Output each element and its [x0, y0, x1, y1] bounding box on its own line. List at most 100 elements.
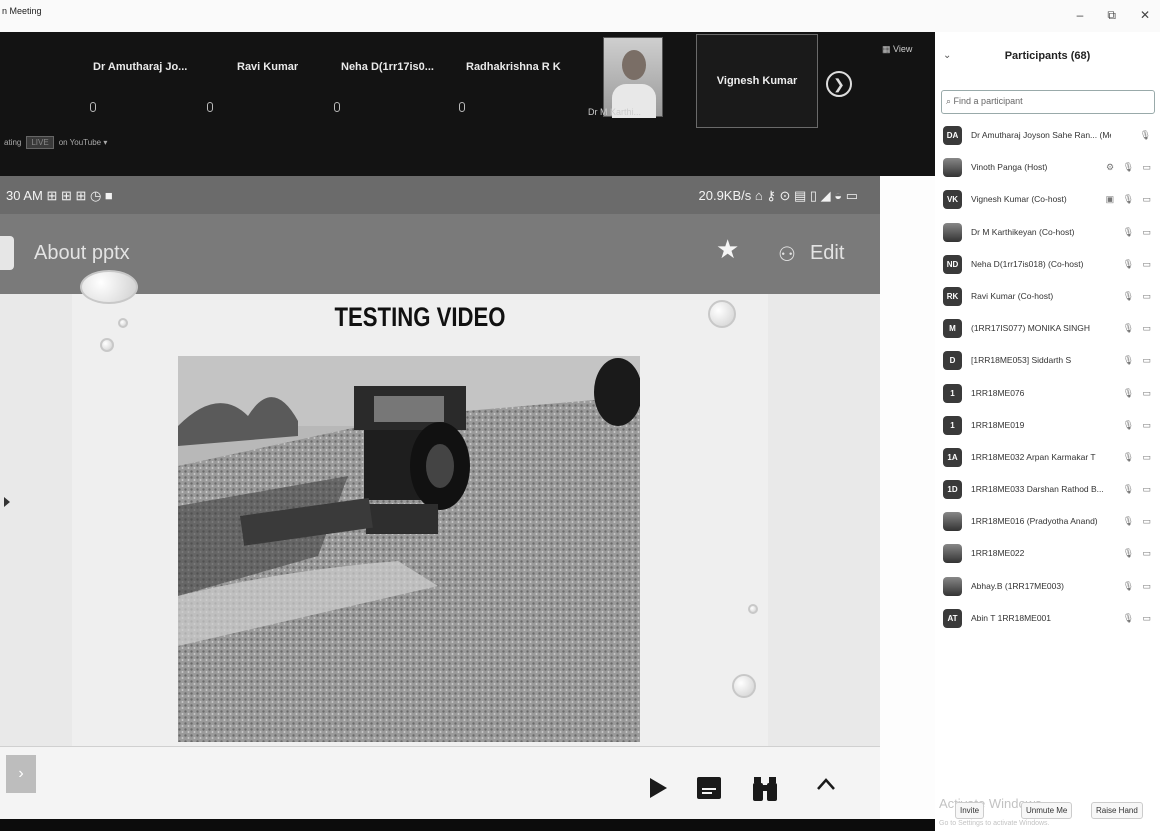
avatar: 1D: [943, 480, 962, 500]
avatar-head: [622, 50, 646, 80]
window-title: n Meeting: [2, 6, 42, 16]
live-stream-indicator: ating LIVE on YouTube ▾: [4, 136, 107, 149]
participant-name: Neha D(1rr17is018) (Co-host): [971, 258, 1084, 269]
participant-status-icons: 🎙 ▭: [1122, 484, 1154, 495]
view-button[interactable]: ▦ View: [882, 44, 912, 55]
participant-name: Dr M Karthikeyan (Co-host): [971, 226, 1075, 237]
participant-status-icons: ⚙ 🎙 ▭: [1106, 162, 1154, 173]
participant-row[interactable]: ND Neha D(1rr17is018) (Co-host) 🎙 ▭: [935, 249, 1160, 281]
avatar: VK: [943, 190, 962, 210]
avatar: 1A: [943, 447, 962, 467]
tile-name-neha[interactable]: Neha D(1rr17is0...: [341, 61, 434, 73]
avatar: [943, 512, 962, 532]
chevron-up-icon[interactable]: [816, 777, 836, 796]
avatar: ND: [943, 254, 962, 274]
bubble-decoration: [708, 300, 736, 328]
participant-row[interactable]: 1RR18ME022 🎙 ▭: [935, 538, 1160, 570]
live-badge: LIVE: [26, 136, 54, 149]
participants-panel: ⌄ Participants (68) ⌕ Find a participant…: [935, 32, 1160, 831]
participant-status-icons: 🎙 ▭: [1122, 258, 1154, 269]
tractor-photo: [178, 356, 640, 742]
raise-hand-button[interactable]: Raise Hand: [1091, 802, 1143, 819]
restore-button[interactable]: ⧉: [1107, 8, 1116, 23]
avatar: D: [943, 351, 962, 371]
avatar: [943, 158, 962, 178]
document-title: About pptx: [34, 242, 130, 264]
tile-name-amutharaj[interactable]: Dr Amutharaj Jo...: [93, 61, 187, 73]
participant-status-icons: 🎙 ▭: [1122, 548, 1154, 559]
participant-row[interactable]: M (1RR17IS077) MONIKA SINGH 🎙 ▭: [935, 313, 1160, 345]
activation-watermark-sub: Go to Settings to activate Windows.: [939, 820, 1050, 827]
participant-name: 1RR18ME022: [971, 548, 1025, 559]
share-person-icon[interactable]: ⚇: [778, 242, 796, 267]
tile-name-radhakrishna[interactable]: Radhakrishna R K: [466, 61, 561, 73]
mic-muted-icon: [459, 102, 465, 112]
participant-row[interactable]: 1A 1RR18ME032 Arpan Karmakar T 🎙 ▭: [935, 442, 1160, 474]
participant-status-icons: 🎙: [1139, 130, 1154, 140]
participant-row[interactable]: Dr M Karthikeyan (Co-host) 🎙 ▭: [935, 217, 1160, 249]
participant-name: 1RR18ME032 Arpan Karmakar T: [971, 451, 1096, 462]
avatar: DA: [943, 126, 962, 145]
live-on-youtube-dropdown[interactable]: on YouTube ▾: [59, 138, 108, 147]
bubble-decoration: [732, 674, 756, 698]
document-icon: [0, 236, 14, 270]
bubble-decoration: [80, 270, 138, 304]
binoculars-icon[interactable]: [752, 777, 778, 806]
participant-row[interactable]: AT Abin T 1RR18ME001 🎙 ▭: [935, 603, 1160, 635]
play-icon[interactable]: [648, 777, 668, 804]
mic-muted-icon: [90, 102, 96, 112]
avatar: M: [943, 319, 962, 339]
notes-icon[interactable]: [697, 777, 721, 804]
status-icons: 20.9KB/s ⌂ ⚷ ⊙ ▤ ▯ ◢ ◒ ▭: [698, 188, 859, 203]
participant-row[interactable]: VK Vignesh Kumar (Co-host) ▣ 🎙 ▭: [935, 184, 1160, 216]
expand-panel-button[interactable]: ›: [6, 755, 36, 793]
participant-name: Abhay.B (1RR17ME003): [971, 580, 1064, 591]
unmute-me-button[interactable]: Unmute Me: [1021, 802, 1073, 819]
next-page-button[interactable]: ❯: [826, 71, 852, 97]
tile-name-ravi[interactable]: Ravi Kumar: [237, 61, 298, 73]
participant-row[interactable]: RK Ravi Kumar (Co-host) 🎙 ▭: [935, 281, 1160, 313]
meeting-window: n Meeting – ⧉ ✕ Dr Amutharaj Jo... Ravi …: [0, 0, 1160, 831]
participant-row[interactable]: 1 1RR18ME076 🎙 ▭: [935, 378, 1160, 410]
participant-status-icons: 🎙 ▭: [1122, 580, 1154, 591]
participant-row[interactable]: Vinoth Panga (Host) ⚙ 🎙 ▭: [935, 152, 1160, 184]
participant-row[interactable]: D [1RR18ME053] Siddarth S 🎙 ▭: [935, 345, 1160, 377]
participant-name: Vignesh Kumar (Co-host): [971, 194, 1067, 205]
bubble-decoration: [748, 604, 758, 614]
bubble-decoration: [118, 318, 128, 328]
bottom-bar: [0, 819, 935, 831]
status-time: 30 AM ⊞ ⊞ ⊞ ◷ ■: [6, 188, 113, 203]
mic-muted-icon: [207, 102, 213, 112]
participant-row[interactable]: Abhay.B (1RR17ME003) 🎙 ▭: [935, 571, 1160, 603]
participants-header: Participants (68): [1004, 50, 1091, 62]
close-button[interactable]: ✕: [1140, 8, 1150, 23]
invite-button[interactable]: Invite: [955, 802, 985, 819]
edit-controls: ⚇ Edit: [778, 242, 844, 267]
edge-marker-icon: [4, 494, 10, 512]
video-tile-karthikeyan[interactable]: [603, 37, 663, 118]
participant-name: [1RR18ME053] Siddarth S: [971, 355, 1072, 366]
participant-row[interactable]: 1RR18ME016 (Pradyotha Anand) 🎙 ▭: [935, 506, 1160, 538]
participant-status-icons: 🎙 ▭: [1122, 290, 1154, 301]
minimize-button[interactable]: –: [1077, 8, 1084, 23]
tile-name-vignesh: Vignesh Kumar: [716, 75, 798, 87]
participant-status-icons: 🎙 ▭: [1122, 451, 1154, 462]
participant-row[interactable]: 1D 1RR18ME033 Darshan Rathod B... 🎙 ▭: [935, 474, 1160, 506]
participant-name: Ravi Kumar (Co-host): [971, 290, 1054, 301]
participant-row[interactable]: 1 1RR18ME019 🎙 ▭: [935, 410, 1160, 442]
video-tile-vignesh[interactable]: Vignesh Kumar: [696, 34, 818, 128]
phone-status-bar: 30 AM ⊞ ⊞ ⊞ ◷ ■ 20.9KB/s ⌂ ⚷ ⊙ ▤ ▯ ◢ ◒ ▭: [0, 176, 880, 214]
avatar: 1: [943, 383, 962, 403]
avatar: RK: [943, 286, 962, 306]
star-icon[interactable]: ★: [716, 236, 739, 262]
panel-footer: Activate Windows Go to Settings to activ…: [935, 796, 1160, 831]
edit-button[interactable]: Edit: [810, 242, 844, 267]
participant-status-icons: 🎙 ▭: [1122, 387, 1154, 398]
participant-name: Dr Amutharaj Joyson Sahe Ran... (Me): [971, 130, 1111, 140]
participant-name: Vinoth Panga (Host): [971, 162, 1048, 173]
participant-row[interactable]: DA Dr Amutharaj Joyson Sahe Ran... (Me) 🎙: [935, 120, 1160, 152]
participant-name: (1RR17IS077) MONIKA SINGH: [971, 323, 1091, 334]
mic-muted-icon: [334, 102, 340, 112]
participant-search-input[interactable]: ⌕ Find a participant: [941, 90, 1155, 114]
search-placeholder: Find a participant: [953, 96, 1023, 106]
